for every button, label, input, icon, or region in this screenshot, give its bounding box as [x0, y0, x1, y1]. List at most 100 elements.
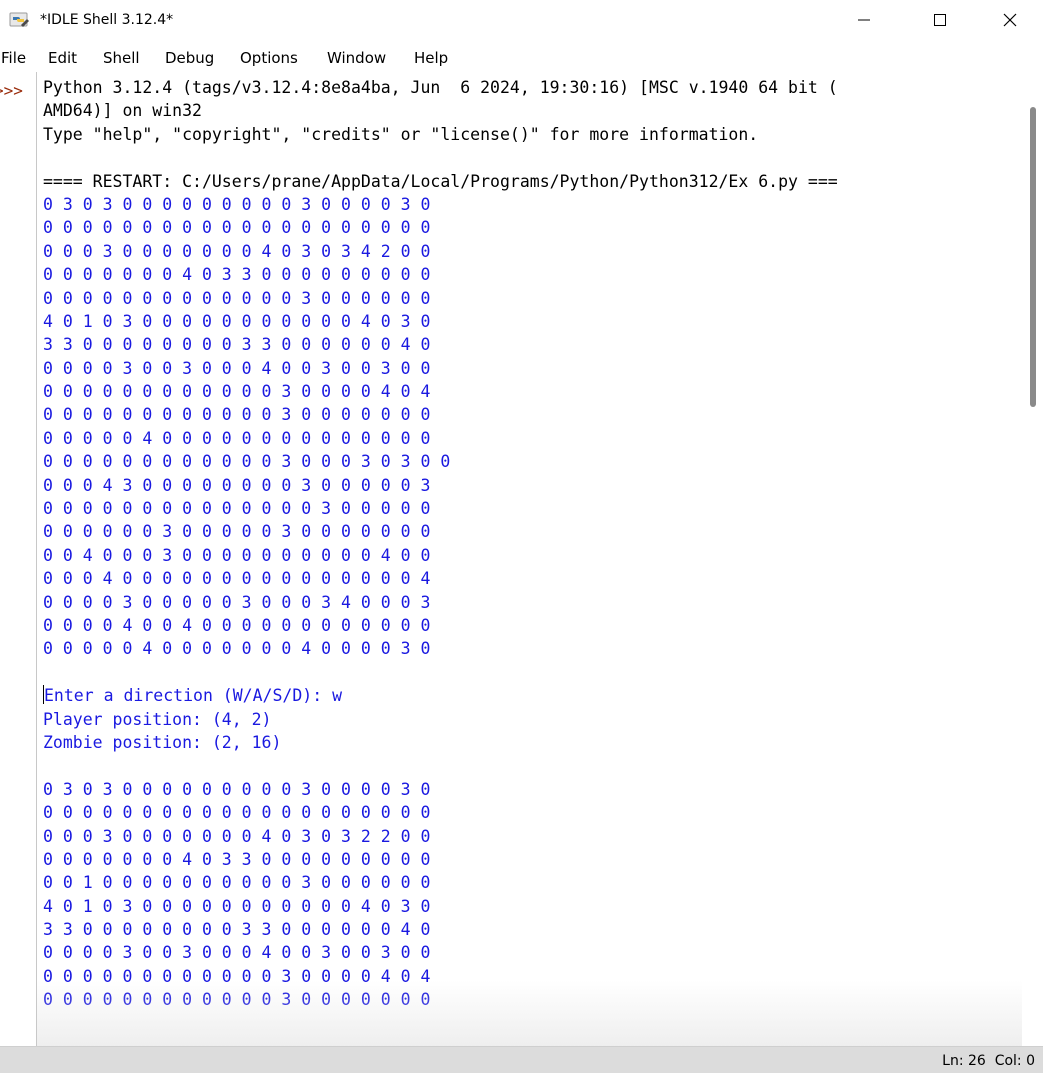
shell-line: Enter a direction (W/A/S/D): w [43, 684, 838, 707]
shell-line: 0 3 0 3 0 0 0 0 0 0 0 0 0 3 0 0 0 0 3 0 [43, 193, 838, 216]
shell-line-text: 4 0 1 0 3 0 0 0 0 0 0 0 0 0 0 0 4 0 3 0 [43, 311, 431, 331]
menu-bar: File Edit Shell Debug Options Window Hel… [0, 44, 1043, 72]
shell-line: Type "help", "copyright", "credits" or "… [43, 123, 838, 146]
shell-line: 0 0 0 0 0 4 0 0 0 0 0 0 0 0 0 0 0 0 0 0 [43, 427, 838, 450]
shell-line-text: 0 0 0 0 0 0 0 0 0 0 0 0 3 0 0 0 0 0 0 0 [43, 990, 431, 1010]
shell-line-text: 0 0 0 0 3 0 0 3 0 0 0 4 0 0 3 0 0 3 0 0 [43, 943, 431, 963]
shell-line-text: 0 3 0 3 0 0 0 0 0 0 0 0 0 3 0 0 0 0 3 0 [43, 779, 431, 799]
shell-line-text: 0 0 0 0 0 0 3 0 0 0 0 0 3 0 0 0 0 0 0 0 [43, 522, 431, 542]
shell-line-text: 0 0 0 0 0 0 0 4 0 3 3 0 0 0 0 0 0 0 0 0 [43, 849, 431, 869]
shell-line: Zombie position: (2, 16) [43, 731, 838, 754]
menu-options[interactable]: Options [240, 48, 298, 68]
menu-window[interactable]: Window [327, 48, 386, 68]
prompt-gutter [0, 72, 36, 1046]
shell-line: 0 0 0 3 0 0 0 0 0 0 0 4 0 3 0 3 2 2 0 0 [43, 825, 838, 848]
shell-line-text: 0 0 0 0 0 0 0 0 0 0 0 0 3 0 0 0 3 0 3 0 … [43, 452, 451, 472]
shell-line: 0 0 0 0 3 0 0 3 0 0 0 4 0 0 3 0 0 3 0 0 [43, 941, 838, 964]
shell-line-text: AMD64)] on win32 [43, 101, 202, 121]
shell-line: 0 0 0 0 0 0 0 0 0 0 0 0 0 3 0 0 0 0 0 0 [43, 287, 838, 310]
shell-line-text: 0 0 0 4 3 0 0 0 0 0 0 0 0 3 0 0 0 0 0 3 [43, 475, 431, 495]
shell-line: 0 0 0 0 0 4 0 0 0 0 0 0 0 4 0 0 0 0 3 0 [43, 637, 838, 660]
shell-line-text: Python 3.12.4 (tags/v3.12.4:8e8a4ba, Jun… [43, 78, 838, 97]
maximize-icon [934, 14, 946, 26]
shell-line-text: 0 0 0 0 4 0 0 4 0 0 0 0 0 0 0 0 0 0 0 0 [43, 615, 431, 635]
menu-edit[interactable]: Edit [48, 48, 77, 68]
shell-line-text: 0 0 1 0 0 0 0 0 0 0 0 0 0 3 0 0 0 0 0 0 [43, 873, 431, 893]
shell-line: 0 0 0 0 0 0 0 0 0 0 0 0 3 0 0 0 0 4 0 4 [43, 380, 838, 403]
shell-line: 0 0 0 0 0 0 0 0 0 0 0 0 0 0 0 0 0 0 0 0 [43, 216, 838, 239]
shell-line: Python 3.12.4 (tags/v3.12.4:8e8a4ba, Jun… [43, 76, 838, 99]
shell-line: 3 3 0 0 0 0 0 0 0 0 3 3 0 0 0 0 0 0 4 0 [43, 333, 838, 356]
shell-line: 0 0 0 0 0 0 0 0 0 0 0 0 0 0 3 0 0 0 0 0 [43, 497, 838, 520]
shell-line: 0 0 0 0 0 0 0 0 0 0 0 0 0 0 0 0 0 0 0 0 [43, 801, 838, 824]
close-icon [1003, 13, 1017, 27]
shell-line-text: 0 0 0 0 0 4 0 0 0 0 0 0 0 0 0 0 0 0 0 0 [43, 428, 431, 448]
shell-line-text: Type "help", "copyright", "credits" or "… [43, 124, 759, 144]
shell-line-text: 0 0 0 0 3 0 0 0 0 0 3 0 0 0 3 4 0 0 0 3 [43, 592, 431, 612]
shell-line-text: 0 0 0 0 0 0 0 4 0 3 3 0 0 0 0 0 0 0 0 0 [43, 265, 431, 285]
menu-help[interactable]: Help [414, 48, 448, 68]
shell-line-text: 0 0 0 3 0 0 0 0 0 0 0 4 0 3 0 3 2 2 0 0 [43, 826, 431, 846]
shell-line-text: 3 3 0 0 0 0 0 0 0 0 3 3 0 0 0 0 0 0 4 0 [43, 920, 431, 940]
menu-shell[interactable]: Shell [103, 48, 140, 68]
shell-line-text: 0 3 0 3 0 0 0 0 0 0 0 0 0 3 0 0 0 0 3 0 [43, 194, 431, 214]
shell-line: 0 0 0 0 0 0 0 4 0 3 3 0 0 0 0 0 0 0 0 0 [43, 263, 838, 286]
title-bar: *IDLE Shell 3.12.4* [0, 0, 1043, 40]
shell-line: AMD64)] on win32 [43, 99, 838, 122]
shell-line: 0 0 0 0 3 0 0 3 0 0 0 4 0 0 3 0 0 3 0 0 [43, 357, 838, 380]
shell-line: 0 0 0 0 3 0 0 0 0 0 3 0 0 0 3 4 0 0 0 3 [43, 591, 838, 614]
shell-line: ==== RESTART: C:/Users/prane/AppData/Loc… [43, 170, 838, 193]
minimize-button[interactable] [835, 0, 893, 40]
shell-line: 0 0 0 4 0 0 0 0 0 0 0 0 0 0 0 0 0 0 0 4 [43, 567, 838, 590]
vertical-scrollbar[interactable] [1022, 72, 1043, 1046]
close-button[interactable] [981, 0, 1039, 40]
cursor-position: Ln: 26 Col: 0 [942, 1053, 1035, 1069]
shell-line-text: 0 0 0 0 0 0 0 0 0 0 0 0 3 0 0 0 0 0 0 0 [43, 405, 431, 425]
shell-line: 0 0 0 0 0 0 0 0 0 0 0 0 3 0 0 0 0 4 0 4 [43, 965, 838, 988]
shell-line: 4 0 1 0 3 0 0 0 0 0 0 0 0 0 0 0 4 0 3 0 [43, 895, 838, 918]
shell-line: 0 0 0 0 0 0 3 0 0 0 0 0 3 0 0 0 0 0 0 0 [43, 520, 838, 543]
window-title: *IDLE Shell 3.12.4* [40, 12, 174, 28]
shell-line: 0 3 0 3 0 0 0 0 0 0 0 0 0 3 0 0 0 0 3 0 [43, 778, 838, 801]
shell-line: 3 3 0 0 0 0 0 0 0 0 3 3 0 0 0 0 0 0 4 0 [43, 918, 838, 941]
minimize-icon [858, 19, 870, 21]
shell-line-text: Zombie position: (2, 16) [43, 732, 282, 752]
shell-line: 0 0 0 4 3 0 0 0 0 0 0 0 0 3 0 0 0 0 0 3 [43, 474, 838, 497]
shell-line: 0 0 0 0 4 0 0 4 0 0 0 0 0 0 0 0 0 0 0 0 [43, 614, 838, 637]
shell-line: 0 0 0 0 0 0 0 4 0 3 3 0 0 0 0 0 0 0 0 0 [43, 848, 838, 871]
shell-prompt: >>> [0, 81, 23, 100]
shell-line-text: ==== RESTART: C:/Users/prane/AppData/Loc… [43, 171, 838, 191]
shell-line-text: 4 0 1 0 3 0 0 0 0 0 0 0 0 0 0 0 4 0 3 0 [43, 896, 431, 916]
shell-text-area[interactable]: Python 3.12.4 (tags/v3.12.4:8e8a4ba, Jun… [37, 72, 1022, 1046]
menu-file[interactable]: File [1, 48, 26, 68]
shell-line: Player position: (4, 2) [43, 708, 838, 731]
shell-line-text: Enter a direction (W/A/S/D): w [44, 686, 343, 706]
shell-line-text: 0 0 0 0 0 0 0 0 0 0 0 0 0 0 3 0 0 0 0 0 [43, 499, 431, 519]
shell-line-text: 0 0 0 3 0 0 0 0 0 0 0 4 0 3 0 3 4 2 0 0 [43, 241, 431, 261]
shell-line-text: 3 3 0 0 0 0 0 0 0 0 3 3 0 0 0 0 0 0 4 0 [43, 335, 431, 355]
shell-line: 0 0 1 0 0 0 0 0 0 0 0 0 0 3 0 0 0 0 0 0 [43, 871, 838, 894]
shell-line: 0 0 0 0 0 0 0 0 0 0 0 0 3 0 0 0 3 0 3 0 … [43, 450, 838, 473]
shell-line-text: 0 0 0 0 0 0 0 0 0 0 0 0 0 0 0 0 0 0 0 0 [43, 218, 431, 238]
shell-line-text: 0 0 0 0 0 0 0 0 0 0 0 0 0 3 0 0 0 0 0 0 [43, 288, 431, 308]
shell-line: 0 0 0 3 0 0 0 0 0 0 0 4 0 3 0 3 4 2 0 0 [43, 240, 838, 263]
shell-line-text: 0 0 0 0 0 0 0 0 0 0 0 0 0 0 0 0 0 0 0 0 [43, 803, 431, 823]
shell-line-text: 0 0 0 0 3 0 0 3 0 0 0 4 0 0 3 0 0 3 0 0 [43, 358, 431, 378]
shell-line-text: Player position: (4, 2) [43, 709, 272, 729]
shell-line-text: 0 0 0 0 0 0 0 0 0 0 0 0 3 0 0 0 0 4 0 4 [43, 382, 431, 402]
shell-line-text: 0 0 0 0 0 0 0 0 0 0 0 0 3 0 0 0 0 4 0 4 [43, 966, 431, 986]
shell-line-text: 0 0 4 0 0 0 3 0 0 0 0 0 0 0 0 0 0 4 0 0 [43, 545, 431, 565]
shell-line: 0 0 4 0 0 0 3 0 0 0 0 0 0 0 0 0 0 4 0 0 [43, 544, 838, 567]
shell-line: 0 0 0 0 0 0 0 0 0 0 0 0 3 0 0 0 0 0 0 0 [43, 403, 838, 426]
shell-line-text: 0 0 0 0 0 4 0 0 0 0 0 0 0 4 0 0 0 0 3 0 [43, 639, 431, 659]
shell-output: Python 3.12.4 (tags/v3.12.4:8e8a4ba, Jun… [43, 76, 838, 1012]
shell-line: 0 0 0 0 0 0 0 0 0 0 0 0 3 0 0 0 0 0 0 0 [43, 988, 838, 1011]
menu-debug[interactable]: Debug [165, 48, 214, 68]
maximize-button[interactable] [911, 0, 969, 40]
python-idle-icon [9, 10, 31, 30]
shell-line: 4 0 1 0 3 0 0 0 0 0 0 0 0 0 0 0 4 0 3 0 [43, 310, 838, 333]
scrollbar-thumb[interactable] [1030, 107, 1036, 407]
